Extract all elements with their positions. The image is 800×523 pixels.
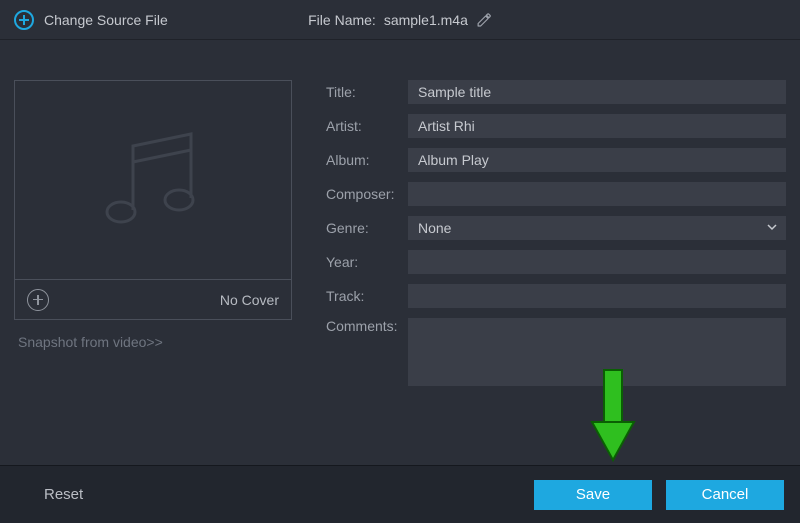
row-composer: Composer: [326,182,786,206]
row-year: Year: [326,250,786,274]
row-track: Track: [326,284,786,308]
cancel-button[interactable]: Cancel [666,480,784,510]
input-title[interactable] [408,80,786,104]
save-button[interactable]: Save [534,480,652,510]
add-cover-button[interactable] [27,289,49,311]
input-track[interactable] [408,284,786,308]
cover-art-placeholder [15,81,291,279]
select-genre-wrap: None [408,216,786,240]
label-track: Track: [326,288,408,304]
input-comments[interactable] [408,318,786,386]
label-genre: Genre: [326,220,408,236]
no-cover-label: No Cover [220,292,279,308]
metadata-form: Title: Artist: Album: Composer: Genre: N… [326,80,786,396]
music-note-icon [83,110,223,250]
input-composer[interactable] [408,182,786,206]
row-comments: Comments: [326,318,786,386]
main-content: No Cover Snapshot from video>> Title: Ar… [0,40,800,396]
label-comments: Comments: [326,318,408,334]
cover-footer: No Cover [15,279,291,319]
input-artist[interactable] [408,114,786,138]
change-source-file-button[interactable]: Change Source File [14,10,168,30]
cover-column: No Cover Snapshot from video>> [14,80,292,396]
row-genre: Genre: None [326,216,786,240]
row-album: Album: [326,148,786,172]
label-composer: Composer: [326,186,408,202]
file-name-value: sample1.m4a [384,12,468,28]
bottom-bar: Reset Save Cancel [0,465,800,523]
snapshot-from-video-link[interactable]: Snapshot from video>> [14,334,292,350]
label-album: Album: [326,152,408,168]
cover-art-box: No Cover [14,80,292,320]
input-year[interactable] [408,250,786,274]
change-source-label: Change Source File [44,12,168,28]
edit-filename-button[interactable] [476,12,492,28]
input-album[interactable] [408,148,786,172]
label-year: Year: [326,254,408,270]
reset-button[interactable]: Reset [16,478,111,511]
row-artist: Artist: [326,114,786,138]
top-bar: Change Source File File Name: sample1.m4… [0,0,800,40]
row-title: Title: [326,80,786,104]
file-name-block: File Name: sample1.m4a [308,12,492,28]
plus-circle-icon [14,10,34,30]
label-title: Title: [326,84,408,100]
select-genre[interactable]: None [408,216,786,240]
pencil-icon [476,12,492,28]
label-artist: Artist: [326,118,408,134]
file-name-label: File Name: [308,12,376,28]
